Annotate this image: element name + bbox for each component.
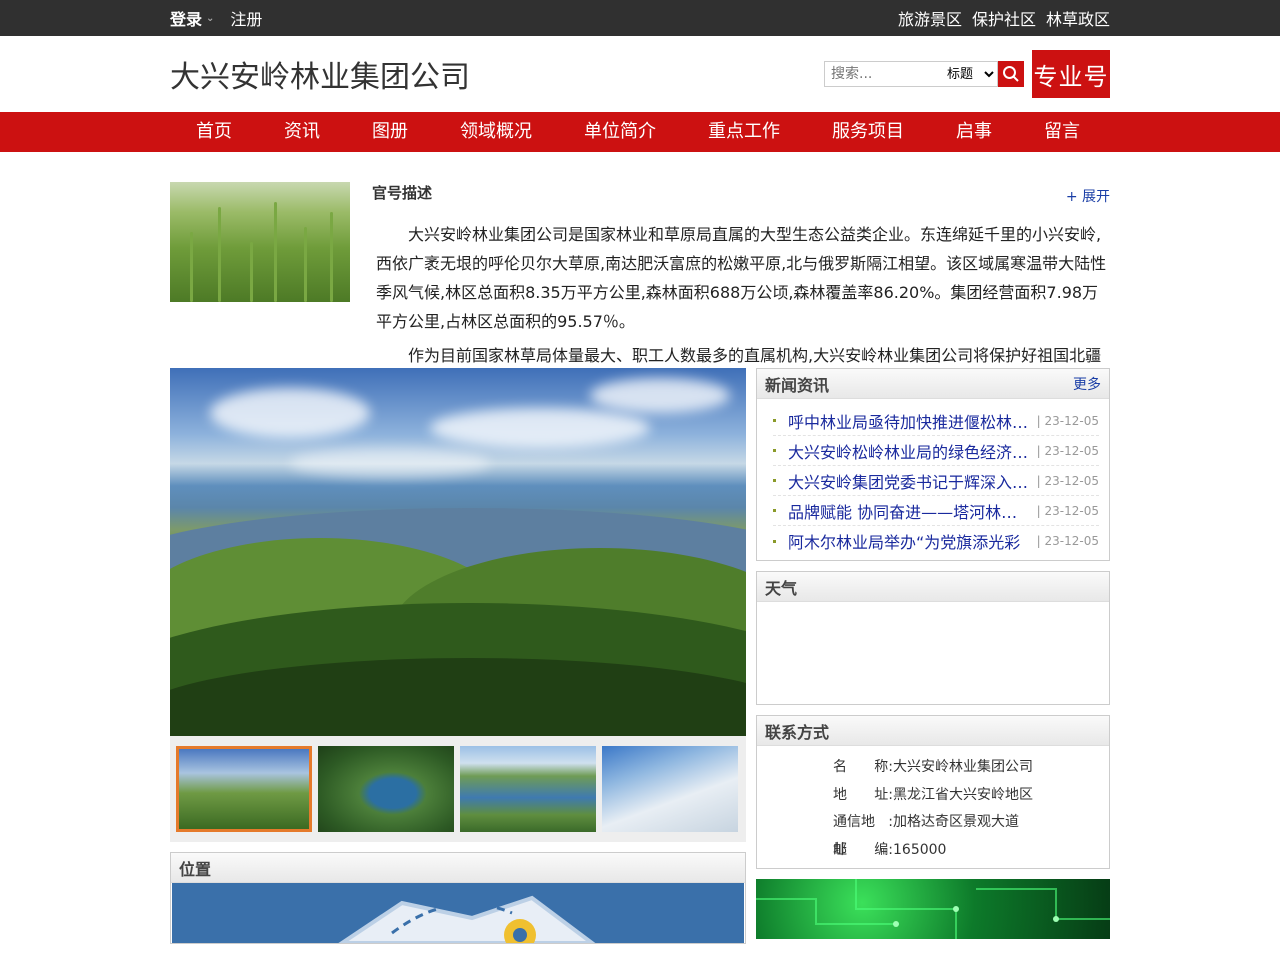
nav-item-home[interactable]: 首页 [170,112,258,152]
news-item-title[interactable]: 品牌赋能 协同奋进——塔河林业局 [788,499,1029,523]
contact-title: 联系方式 [765,722,830,742]
thumbnail-image[interactable] [176,746,312,832]
contact-label: 地 [833,786,847,803]
chevron-down-icon: ⌄ [206,12,215,24]
contact-value: 大兴安岭林业集团公司 [893,759,1033,775]
search-box: 标题 [824,61,998,87]
circuit-pattern-icon [756,879,1110,939]
news-item[interactable]: 呼中林业局亟待加快推进偃松林地补植工作 | 23-12-05 [773,406,1099,436]
location-title: 位置 [179,859,212,879]
news-item-date: | 23-12-05 [1036,534,1099,548]
intro-paragraph: 大兴安岭林业集团公司是国家林业和草原局直属的大型生态公益类企业。东连绵延千里的小… [376,225,1107,331]
nav-item-key-work[interactable]: 重点工作 [682,112,806,152]
intro-label: 官号描述 [372,184,433,202]
thumbnail-image[interactable] [318,746,454,832]
pro-badge[interactable]: 专业号 [1032,50,1110,98]
bullet-icon [773,419,776,422]
location-map[interactable] [172,883,744,943]
news-item-title[interactable]: 大兴安岭集团党委书记于辉深入调研 [788,469,1029,493]
weather-panel: 天气 [756,571,1110,705]
search-input[interactable] [825,62,943,86]
thumbnail-image[interactable] [602,746,738,832]
main-nav: 首页 资讯 图册 领域概况 单位简介 重点工作 服务项目 启事 留言 [0,112,1280,152]
news-item[interactable]: 品牌赋能 协同奋进——塔河林业局 | 23-12-05 [773,496,1099,526]
contact-label: 名 [833,759,847,775]
location-panel: 位置 [170,852,746,944]
news-panel: 新闻资讯 更多 呼中林业局亟待加快推进偃松林地补植工作| 23-12-05 大兴… [756,368,1110,561]
thumbnail-strip [170,736,746,842]
topbar-link-scenic[interactable]: 旅游景区 [898,6,962,30]
intro-image [170,182,350,302]
contact-label: 编: [874,841,893,858]
news-list: 呼中林业局亟待加快推进偃松林地补植工作 | 23-12-05 大兴安岭松岭林业局的… [757,399,1109,560]
contact-panel: 联系方式 名 称: 大兴安岭林业集团公司 地 址: 黑龙江省大兴安岭地区 通信地址:… [756,715,1110,869]
site-header: 大兴安岭林业集团公司 标题 专业号 [0,36,1280,112]
intro-text: 大兴安岭林业集团公司是国家林业和草原局直属的大型生态公益类企业。东连绵延千里的小… [372,220,1110,365]
register-link[interactable]: 注册 [230,6,262,30]
news-item[interactable]: 阿木尔林业局举办“为党旗添光彩 | 23-12-05 [773,526,1099,556]
search-icon [1003,66,1019,82]
bullet-icon [773,449,776,452]
topbar-link-community[interactable]: 保护社区 [972,6,1036,30]
news-item-date: | 23-12-05 [1036,473,1099,488]
nav-item-notices[interactable]: 启事 [930,112,1018,152]
news-item[interactable]: 大兴安岭松岭林业局的绿色经济发展 | 23-12-05 [773,436,1099,466]
contact-label: 称: [874,759,893,775]
intro-section: 官号描述 + 展开 大兴安岭林业集团公司是国家林业和草原局直属的大型生态公益类企… [170,182,1110,377]
news-item-date: | 23-12-05 [1036,413,1099,428]
bullet-icon [773,479,776,482]
nav-item-gallery[interactable]: 图册 [346,112,434,152]
contact-row: 邮 编: 165000 [833,837,1109,865]
contact-row: 通信地址: 加格达奇区景观大道 [833,809,1109,858]
search-scope-select[interactable]: 标题 [943,62,997,86]
news-item[interactable]: 大兴安岭集团党委书记于辉深入调研 | 23-12-05 [773,466,1099,496]
topbar-link-district[interactable]: 林草政区 [1046,6,1110,30]
contact-value: 加格达奇区景观大道 [893,814,1019,830]
search-button[interactable] [998,61,1024,87]
contact-label: 邮 [833,841,847,858]
news-item-title[interactable]: 阿木尔林业局举办“为党旗添光彩 [788,529,1029,553]
map-pin-icon [338,895,596,943]
nav-item-news[interactable]: 资讯 [258,112,346,152]
nav-item-message[interactable]: 留言 [1018,112,1106,152]
intro-paragraph: 作为目前国家林草局体量最大、职工人数最多的直属机构,大兴安岭林业集团公司将保护好… [408,346,1102,365]
news-item-date: | 23-12-05 [1036,503,1099,518]
site-title: 大兴安岭林业集团公司 [170,60,470,95]
nav-item-services[interactable]: 服务项目 [806,112,930,152]
nav-item-about[interactable]: 单位简介 [558,112,682,152]
contact-value: 165000 [893,841,947,858]
contact-label: 址: [874,786,893,803]
login-label: 登录 [170,10,203,29]
weather-title: 天气 [765,578,798,598]
contact-list: 名 称: 大兴安岭林业集团公司 地 址: 黑龙江省大兴安岭地区 通信地址: 加格达奇… [757,746,1109,868]
contact-row: 名 称: 大兴安岭林业集团公司 [833,754,1109,782]
news-item-date: | 23-12-05 [1036,443,1099,458]
contact-label: 通信地址 [833,814,875,858]
hero-banner[interactable] [170,368,746,736]
login-link[interactable]: 登录 ⌄ [170,6,214,30]
promo-banner[interactable] [756,879,1110,939]
bullet-icon [773,539,776,543]
news-item-title[interactable]: 大兴安岭松岭林业局的绿色经济发展 [788,439,1029,463]
contact-row: 地 址: 黑龙江省大兴安岭地区 [833,782,1109,810]
top-bar: 登录 ⌄ 注册 旅游景区 保护社区 林草政区 [0,0,1280,36]
news-item-title[interactable]: 呼中林业局亟待加快推进偃松林地补植工作 [788,409,1029,433]
thumbnail-image[interactable] [460,746,596,832]
contact-value: 黑龙江省大兴安岭地区 [893,786,1033,803]
expand-link[interactable]: + 展开 [1066,186,1110,206]
bullet-icon [773,509,776,512]
weather-body [757,602,1109,704]
nav-item-overview[interactable]: 领域概况 [434,112,558,152]
